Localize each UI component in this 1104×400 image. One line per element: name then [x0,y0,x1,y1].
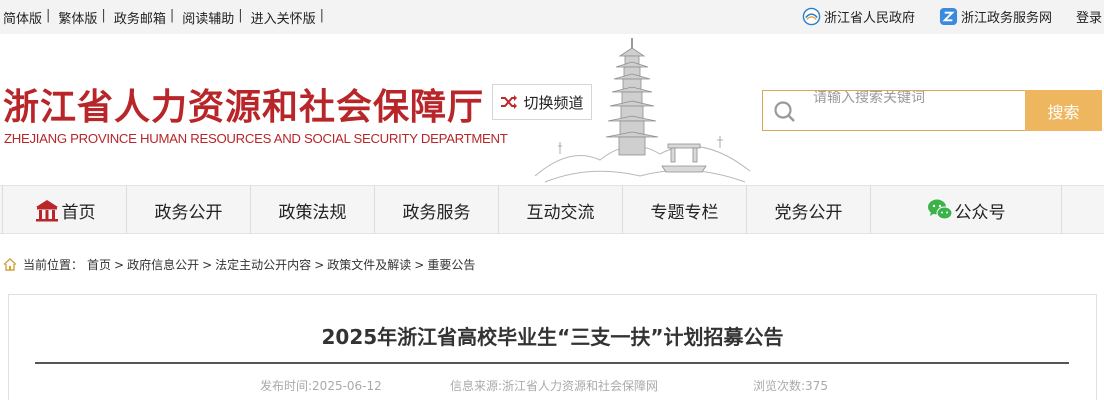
link-simplified[interactable]: 简体版 [3,8,42,27]
breadcrumb-gov-info[interactable]: 政府信息公开 [127,256,199,273]
nav-interaction[interactable]: 互动交流 [499,186,623,234]
nav-gov-service-label: 政务服务 [402,202,471,223]
link-gov-mail[interactable]: 政务邮箱 [114,8,166,27]
breadcrumb-statutory[interactable]: 法定主动公开内容 [215,256,311,273]
search-icon [774,101,795,122]
shuffle-icon [501,95,518,109]
switch-channel-label: 切换频道 [523,93,584,112]
breadcrumb: 当前位置： 首页 > 政府信息公开 > 法定主动公开内容 > 政策文件及解读 >… [3,256,475,273]
nav-policy[interactable]: 政策法规 [251,186,375,234]
article-panel: 2025年浙江省高校毕业生“三支一扶”计划招募公告 发布时间:2025-06-1… [8,294,1097,400]
nav-wechat-label: 公众号 [954,202,1006,223]
nav-home-label: 首页 [61,202,96,223]
breadcrumb-policy-docs[interactable]: 政策文件及解读 [327,256,411,273]
nav-interaction-label: 互动交流 [526,202,595,223]
nav-gov-affairs[interactable]: 政务公开 [127,186,251,234]
link-reading-aid[interactable]: 阅读辅助 [182,8,234,27]
site-logo-subtitle: ZHEJIANG PROVINCE HUMAN RESOURCES AND SO… [4,131,508,146]
main-nav: 首页 政务公开 政策法规 政务服务 互动交流 专题专栏 党务公开 公众号 [0,185,1104,234]
view-count: 浏览次数:375 [753,379,828,393]
home-icon [35,200,58,222]
search-input[interactable] [813,91,1018,105]
nav-special-topics-label: 专题专栏 [650,202,719,223]
search-button[interactable]: 搜索 [1025,90,1102,131]
nav-special-topics[interactable]: 专题专栏 [623,186,747,234]
nav-policy-label: 政策法规 [278,202,347,223]
link-zj-service[interactable]: 浙江政务服务网 [939,7,1052,26]
wechat-icon [927,199,952,220]
nav-wechat[interactable]: 公众号 [871,186,1062,234]
nav-party-affairs-label: 党务公开 [774,202,843,223]
top-links: 简体版 | 繁体版 | 政务邮箱 | 阅读辅助 | 进入关怀版 | [3,8,325,27]
site-logo-title[interactable]: 浙江省人力资源和社会保障厅 [3,78,484,130]
home-outline-icon [3,258,17,271]
switch-channel-button[interactable]: 切换频道 [492,84,592,120]
breadcrumb-separator: > [202,257,213,272]
link-traditional[interactable]: 繁体版 [58,8,97,27]
nav-gov-service[interactable]: 政务服务 [375,186,499,234]
breadcrumb-prefix: 当前位置： [23,258,84,272]
search-box [762,90,1026,131]
breadcrumb-notices[interactable]: 重要公告 [427,256,475,273]
title-divider [35,362,1069,364]
zj-service-icon [939,7,958,26]
link-care-version[interactable]: 进入关怀版 [251,8,316,27]
zj-service-label: 浙江政务服务网 [960,11,1052,26]
link-zhejiang-gov[interactable]: 浙江省人民政府 [802,7,915,26]
login-link[interactable]: 登录 [1076,7,1102,26]
breadcrumb-separator: > [314,257,325,272]
header: 浙江省人力资源和社会保障厅 ZHEJIANG PROVINCE HUMAN RE… [0,34,1104,185]
nav-home[interactable]: 首页 [2,186,127,234]
article-title: 2025年浙江省高校毕业生“三支一扶”计划招募公告 [321,325,784,349]
nav-party-affairs[interactable]: 党务公开 [747,186,871,234]
publish-time: 发布时间:2025-06-12 [260,379,382,393]
top-bar: 简体版 | 繁体版 | 政务邮箱 | 阅读辅助 | 进入关怀版 | 浙江省人民政府 浙江政… [0,0,1104,34]
breadcrumb-home[interactable]: 首页 [87,256,111,273]
nav-gov-affairs-label: 政务公开 [154,202,223,223]
info-source: 信息来源:浙江省人力资源和社会保障网 [450,379,659,393]
zhejiang-gov-label: 浙江省人民政府 [823,11,915,26]
zhejiang-gov-icon [802,7,821,26]
top-right-links: 浙江省人民政府 浙江政务服务网 登录 [778,7,1102,26]
breadcrumb-separator: > [114,257,125,272]
breadcrumb-separator: > [414,257,425,272]
